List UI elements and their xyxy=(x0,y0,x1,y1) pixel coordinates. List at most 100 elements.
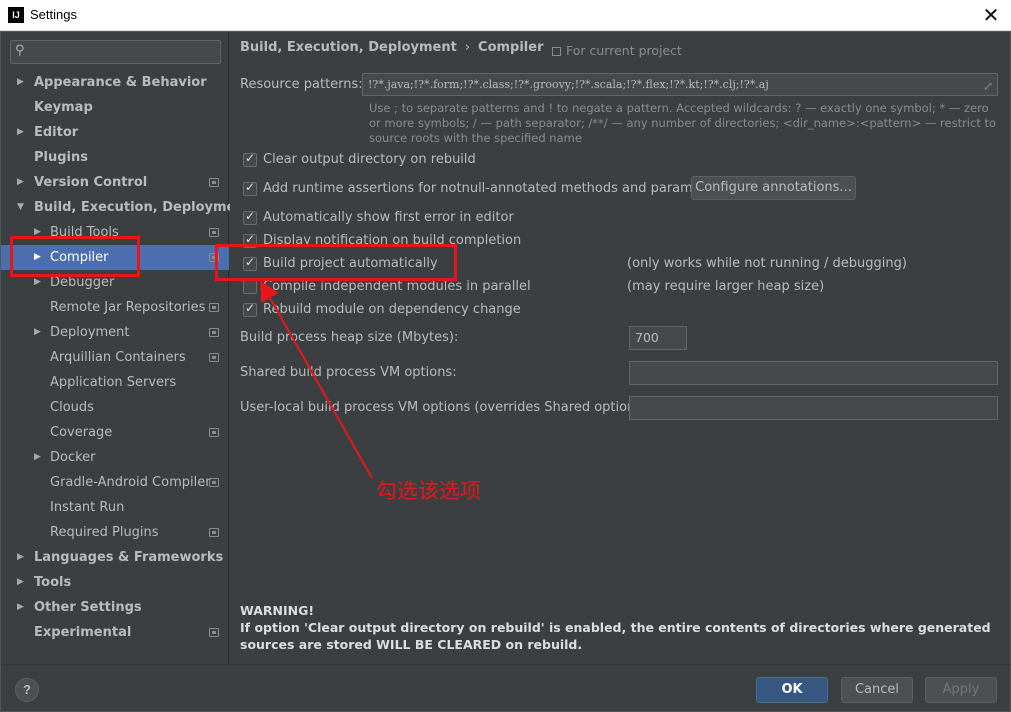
expand-arrow-icon[interactable]: ▶ xyxy=(17,120,24,145)
configure-annotations-button[interactable]: Configure annotations... xyxy=(691,176,856,200)
sidebar-item-version-control[interactable]: ▶ Version Control xyxy=(1,170,229,195)
expand-arrow-icon[interactable]: ▶ xyxy=(17,70,24,95)
expand-arrow-icon[interactable]: ▶ xyxy=(34,270,41,295)
expand-arrow-icon[interactable]: ▶ xyxy=(17,595,24,620)
expand-arrow-icon[interactable]: ▶ xyxy=(34,220,41,245)
sidebar-item-appearance-behavior[interactable]: ▶ Appearance & Behavior xyxy=(1,70,229,95)
sidebar-item-build-tools[interactable]: ▶ Build Tools xyxy=(1,220,229,245)
sidebar-item-required-plugins[interactable]: Required Plugins xyxy=(1,520,229,545)
user-vm-options-label: User-local build process VM options (ove… xyxy=(240,400,652,415)
breadcrumb-parent[interactable]: Build, Execution, Deployment xyxy=(240,40,457,55)
sidebar-item-deployment[interactable]: ▶ Deployment xyxy=(1,320,229,345)
runtime-assertions-checkbox[interactable] xyxy=(243,180,257,196)
search-input[interactable] xyxy=(33,43,217,61)
project-scope-icon xyxy=(209,628,219,637)
expand-arrow-icon[interactable]: ▶ xyxy=(17,570,24,595)
sidebar-item-label: Remote Jar Repositories xyxy=(50,300,206,315)
build-automatically-checkbox[interactable] xyxy=(243,255,257,271)
expand-arrow-icon[interactable]: ▶ xyxy=(34,445,41,470)
project-scope-icon xyxy=(209,303,219,312)
close-icon[interactable]: ✕ xyxy=(979,4,1003,26)
expand-arrow-icon[interactable]: ▶ xyxy=(17,545,24,570)
compile-parallel-note: (may require larger heap size) xyxy=(627,279,825,294)
compile-parallel-label[interactable]: Compile independent modules in parallel xyxy=(263,279,531,294)
expand-field-icon[interactable]: ⤢ xyxy=(983,76,993,95)
sidebar-item-coverage[interactable]: Coverage xyxy=(1,420,229,445)
display-notification-label[interactable]: Display notification on build completion xyxy=(263,233,521,248)
sidebar-item-label: Arquillian Containers xyxy=(50,350,186,365)
sidebar-item-keymap[interactable]: Keymap xyxy=(1,95,229,120)
user-vm-options-field[interactable] xyxy=(629,396,998,420)
sidebar-item-label: Build Tools xyxy=(50,225,119,240)
apply-button[interactable]: Apply xyxy=(925,677,997,703)
build-automatically-label[interactable]: Build project automatically xyxy=(263,256,438,271)
rebuild-on-dependency-checkbox[interactable] xyxy=(243,301,257,317)
sidebar-item-debugger[interactable]: ▶ Debugger xyxy=(1,270,229,295)
heap-size-field[interactable]: 700 xyxy=(629,326,687,350)
show-first-error-label[interactable]: Automatically show first error in editor xyxy=(263,210,514,225)
search-box[interactable]: ⚲ xyxy=(10,40,221,64)
project-scope-icon xyxy=(209,228,219,237)
sidebar-item-label: Experimental xyxy=(34,625,132,640)
clear-output-label[interactable]: Clear output directory on rebuild xyxy=(263,152,476,167)
resource-patterns-field[interactable]: !?*.java;!?*.form;!?*.class;!?*.groovy;!… xyxy=(362,73,998,96)
project-scope-icon xyxy=(209,328,219,337)
project-scope-icon xyxy=(209,428,219,437)
project-scope-icon xyxy=(209,528,219,537)
shared-vm-options-label: Shared build process VM options: xyxy=(240,365,457,380)
sidebar-item-label: Plugins xyxy=(34,150,88,165)
sidebar-item-label: Build, Execution, Deployment xyxy=(34,200,251,215)
cancel-button[interactable]: Cancel xyxy=(841,677,913,703)
sidebar-item-editor[interactable]: ▶ Editor xyxy=(1,120,229,145)
project-scope-icon xyxy=(552,47,561,56)
sidebar-item-label: Docker xyxy=(50,450,96,465)
project-scope-icon xyxy=(209,253,219,262)
sidebar-item-experimental[interactable]: Experimental xyxy=(1,620,229,645)
breadcrumb: Build, Execution, Deployment › Compiler xyxy=(240,40,544,55)
clear-output-checkbox[interactable] xyxy=(243,151,257,167)
sidebar-item-label: Appearance & Behavior xyxy=(34,75,207,90)
settings-tree: ▶ Appearance & Behavior Keymap ▶ Editor … xyxy=(1,70,251,645)
expand-arrow-icon[interactable]: ▶ xyxy=(17,170,24,195)
heap-size-label: Build process heap size (Mbytes): xyxy=(240,330,459,345)
help-button[interactable]: ? xyxy=(15,678,39,702)
expand-arrow-icon[interactable]: ▶ xyxy=(34,245,41,270)
runtime-assertions-label[interactable]: Add runtime assertions for notnull-annot… xyxy=(263,181,726,196)
project-scope-icon xyxy=(209,478,219,487)
sidebar-item-build-execution-deployment[interactable]: ▼ Build, Execution, Deployment xyxy=(1,195,251,220)
sidebar-item-docker[interactable]: ▶ Docker xyxy=(1,445,229,470)
sidebar-item-plugins[interactable]: Plugins xyxy=(1,145,229,170)
warning-message: WARNING! If option 'Clear output directo… xyxy=(240,602,1000,653)
sidebar-item-tools[interactable]: ▶ Tools xyxy=(1,570,229,595)
sidebar-item-label: Version Control xyxy=(34,175,148,190)
compile-parallel-checkbox[interactable] xyxy=(243,280,257,294)
display-notification-checkbox[interactable] xyxy=(243,232,257,248)
sidebar-item-languages-frameworks[interactable]: ▶ Languages & Frameworks xyxy=(1,545,229,570)
warning-title: WARNING! xyxy=(240,603,315,618)
sidebar-item-clouds[interactable]: Clouds xyxy=(1,395,229,420)
shared-vm-options-field[interactable] xyxy=(629,361,998,385)
ok-button[interactable]: OK xyxy=(756,677,828,703)
for-current-project-label: For current project xyxy=(566,43,682,58)
breadcrumb-current: Compiler xyxy=(478,40,544,55)
sidebar-item-remote-jar-repositories[interactable]: Remote Jar Repositories xyxy=(1,295,229,320)
sidebar-item-label: Instant Run xyxy=(50,500,125,515)
sidebar-item-label: Clouds xyxy=(50,400,94,415)
project-scope-icon xyxy=(209,353,219,362)
rebuild-on-dependency-label[interactable]: Rebuild module on dependency change xyxy=(263,302,521,317)
collapse-arrow-icon[interactable]: ▼ xyxy=(17,195,24,220)
sidebar-item-arquillian-containers[interactable]: Arquillian Containers xyxy=(1,345,229,370)
sidebar-item-label: Compiler xyxy=(50,250,109,265)
sidebar-item-label: Gradle-Android Compiler xyxy=(50,475,211,490)
show-first-error-checkbox[interactable] xyxy=(243,209,257,225)
search-icon: ⚲ xyxy=(15,43,25,58)
window-title: Settings xyxy=(30,7,77,22)
settings-sidebar: ⚲ ▶ Appearance & Behavior Keymap ▶ Edito… xyxy=(1,32,251,664)
for-current-project-note: For current project xyxy=(552,43,682,58)
sidebar-item-compiler[interactable]: ▶ Compiler xyxy=(1,245,229,270)
sidebar-item-gradle-android-compiler[interactable]: Gradle-Android Compiler xyxy=(1,470,229,495)
sidebar-item-other-settings[interactable]: ▶ Other Settings xyxy=(1,595,229,620)
sidebar-item-instant-run[interactable]: Instant Run xyxy=(1,495,229,520)
expand-arrow-icon[interactable]: ▶ xyxy=(34,320,41,345)
sidebar-item-application-servers[interactable]: Application Servers xyxy=(1,370,229,395)
